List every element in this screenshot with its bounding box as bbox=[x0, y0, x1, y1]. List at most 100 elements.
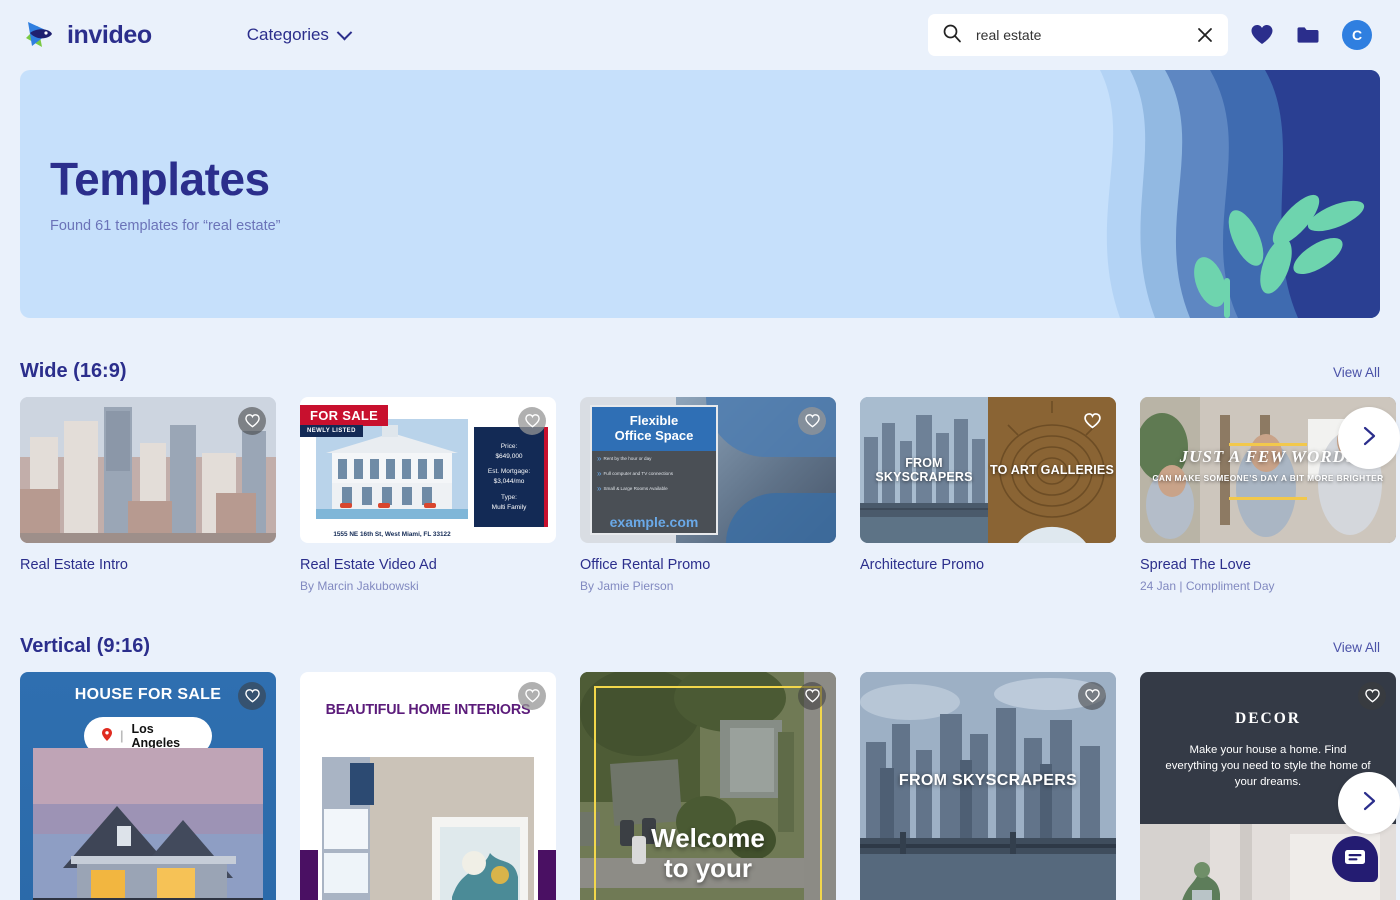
heart-outline-icon bbox=[524, 414, 540, 428]
house-photo bbox=[33, 748, 263, 900]
office-bullet-text: Small & Large Rooms Available bbox=[603, 485, 668, 491]
app-header: invideo Categories real estate C bbox=[0, 0, 1400, 70]
chevron-right-icon bbox=[1359, 790, 1379, 817]
interior-photo bbox=[322, 757, 534, 900]
mortgage-value: $3,044/mo bbox=[493, 478, 525, 485]
template-thumbnail[interactable]: FROM SKYSCRAPERS TO ART GALLERIES bbox=[860, 397, 1116, 543]
avatar[interactable]: C bbox=[1342, 20, 1372, 50]
template-thumbnail[interactable] bbox=[20, 397, 276, 543]
template-row-vertical: HOUSE FOR SALE | Los Angeles BEAUTIFUL H… bbox=[20, 672, 1400, 900]
interiors-title: BEAUTIFUL HOME INTERIORS bbox=[325, 702, 531, 718]
location-pin-icon bbox=[102, 728, 112, 744]
section-vertical: Vertical (9:16) View All HOUSE FOR SALE … bbox=[20, 593, 1400, 900]
chat-widget-button[interactable] bbox=[1332, 836, 1378, 882]
for-sale-tag: FOR SALE bbox=[300, 405, 389, 426]
carousel-next-button-wide[interactable] bbox=[1338, 407, 1400, 469]
section-wide: Wide (16:9) View All Real Estate Intro F… bbox=[20, 318, 1400, 593]
template-author: By Jamie Pierson bbox=[580, 579, 674, 593]
favorite-button[interactable] bbox=[1078, 407, 1106, 435]
template-card[interactable]: FROM SKYSCRAPERS TO ART GALLERIES Archit… bbox=[860, 397, 1116, 593]
close-icon[interactable] bbox=[1196, 26, 1214, 44]
favorite-button[interactable] bbox=[238, 682, 266, 710]
heart-outline-icon bbox=[1084, 689, 1100, 703]
folder-icon[interactable] bbox=[1296, 25, 1320, 45]
search-icon bbox=[942, 23, 962, 48]
property-address: 1555 NE 16th St, West Miami, FL 33122 bbox=[333, 531, 451, 538]
favorite-button[interactable] bbox=[798, 682, 826, 710]
welcome-line1: Welcome bbox=[651, 823, 765, 853]
template-thumbnail[interactable]: HOUSE FOR SALE | Los Angeles bbox=[20, 672, 276, 900]
template-thumbnail[interactable]: BEAUTIFUL HOME INTERIORS bbox=[300, 672, 556, 900]
view-all-link-vertical[interactable]: View All bbox=[1333, 640, 1380, 655]
template-card[interactable]: FROM SKYSCRAPERS bbox=[860, 672, 1116, 900]
template-thumbnail[interactable]: FOR SALE NEWLY LISTED 1555 NE 16th St, W… bbox=[300, 397, 556, 543]
carousel-next-button-vertical[interactable] bbox=[1338, 772, 1400, 834]
favorite-button[interactable] bbox=[1078, 682, 1106, 710]
chat-bubble-icon bbox=[1344, 848, 1366, 871]
office-url-main: example bbox=[609, 514, 666, 530]
decor-title: DECOR bbox=[1235, 710, 1301, 727]
template-title: Real Estate Intro bbox=[20, 557, 128, 573]
office-info-card: Flexible Office Space » Rent by the hour… bbox=[590, 405, 718, 535]
double-chevron-icon: » bbox=[597, 453, 602, 463]
welcome-line2: to your bbox=[663, 852, 753, 883]
heart-outline-icon bbox=[1083, 413, 1101, 429]
favorite-button[interactable] bbox=[798, 407, 826, 435]
favorite-button[interactable] bbox=[238, 407, 266, 435]
price-value: $649,000 bbox=[495, 452, 523, 460]
search-input[interactable]: real estate bbox=[976, 27, 1182, 43]
template-card[interactable]: FOR SALE NEWLY LISTED 1555 NE 16th St, W… bbox=[300, 397, 556, 593]
categories-label: Categories bbox=[246, 25, 329, 44]
office-url: example.com bbox=[592, 514, 716, 530]
template-card[interactable]: HOUSE FOR SALE | Los Angeles bbox=[20, 672, 276, 900]
template-card[interactable]: Welcome to your bbox=[580, 672, 836, 900]
love-subtitle: CAN MAKE SOMEONE’S DAY A BIT MORE BRIGHT… bbox=[1152, 473, 1384, 483]
office-bullet-text: Full computer and TV connections bbox=[603, 470, 674, 476]
type-value: Multi Family bbox=[491, 503, 527, 511]
split-left-text: FROM SKYSCRAPERS bbox=[875, 456, 973, 484]
favorite-button[interactable] bbox=[518, 682, 546, 710]
mortgage-label: Est. Mortgage: bbox=[487, 468, 531, 476]
heart-outline-icon bbox=[244, 414, 260, 428]
hero-copy: Templates Found 61 templates for “real e… bbox=[50, 152, 281, 234]
welcome-text: Welcome to your bbox=[580, 823, 836, 884]
type-label: Type: bbox=[501, 493, 517, 501]
search-bar[interactable]: real estate bbox=[928, 14, 1228, 56]
template-card[interactable]: Real Estate Intro bbox=[20, 397, 276, 593]
template-card[interactable]: BEAUTIFUL HOME INTERIORS bbox=[300, 672, 556, 900]
location-name: Los Angeles bbox=[131, 722, 181, 750]
heart-outline-icon bbox=[804, 414, 820, 428]
template-thumbnail[interactable]: Welcome to your bbox=[580, 672, 836, 900]
heart-filled-icon[interactable] bbox=[1250, 24, 1274, 46]
favorite-button[interactable] bbox=[1358, 682, 1386, 710]
heart-outline-icon bbox=[1364, 689, 1380, 703]
results-count: Found 61 templates for “real estate” bbox=[50, 218, 281, 234]
invideo-play-logo-icon bbox=[20, 16, 58, 54]
template-title: Architecture Promo bbox=[860, 557, 985, 573]
section-title: Wide (16:9) bbox=[20, 360, 127, 382]
template-title: Office Rental Promo bbox=[580, 557, 711, 573]
view-all-link-wide[interactable]: View All bbox=[1333, 365, 1380, 380]
template-card[interactable]: Flexible Office Space » Rent by the hour… bbox=[580, 397, 836, 593]
office-heading-line2: Office Space bbox=[614, 427, 694, 443]
section-header: Vertical (9:16) View All bbox=[20, 593, 1380, 672]
header-actions: real estate C bbox=[928, 14, 1380, 56]
paper-cut-waves-illustration-icon bbox=[1060, 70, 1380, 318]
section-header: Wide (16:9) View All bbox=[20, 318, 1380, 397]
template-row-wide: Real Estate Intro FOR SALE NEWLY LISTED bbox=[20, 397, 1400, 593]
price-label: Price: bbox=[500, 442, 518, 450]
template-thumbnail[interactable]: FROM SKYSCRAPERS bbox=[860, 672, 1116, 900]
favorite-button[interactable] bbox=[518, 407, 546, 435]
purple-band-right bbox=[538, 850, 556, 900]
logo[interactable]: invideo bbox=[20, 16, 152, 54]
heart-outline-icon bbox=[244, 689, 260, 703]
chevron-right-icon bbox=[1359, 425, 1379, 452]
skyscrapers-text: FROM SKYSCRAPERS bbox=[898, 772, 1078, 789]
categories-menu[interactable]: Categories bbox=[246, 24, 353, 45]
template-thumbnail[interactable]: Flexible Office Space » Rent by the hour… bbox=[580, 397, 836, 543]
accent-line-top bbox=[1229, 443, 1307, 446]
double-chevron-icon: » bbox=[597, 468, 602, 478]
office-bullet-text: Rent by the hour or day bbox=[603, 455, 652, 461]
chevron-down-icon bbox=[336, 24, 353, 40]
template-meta: 24 Jan | Compliment Day bbox=[1140, 579, 1275, 593]
